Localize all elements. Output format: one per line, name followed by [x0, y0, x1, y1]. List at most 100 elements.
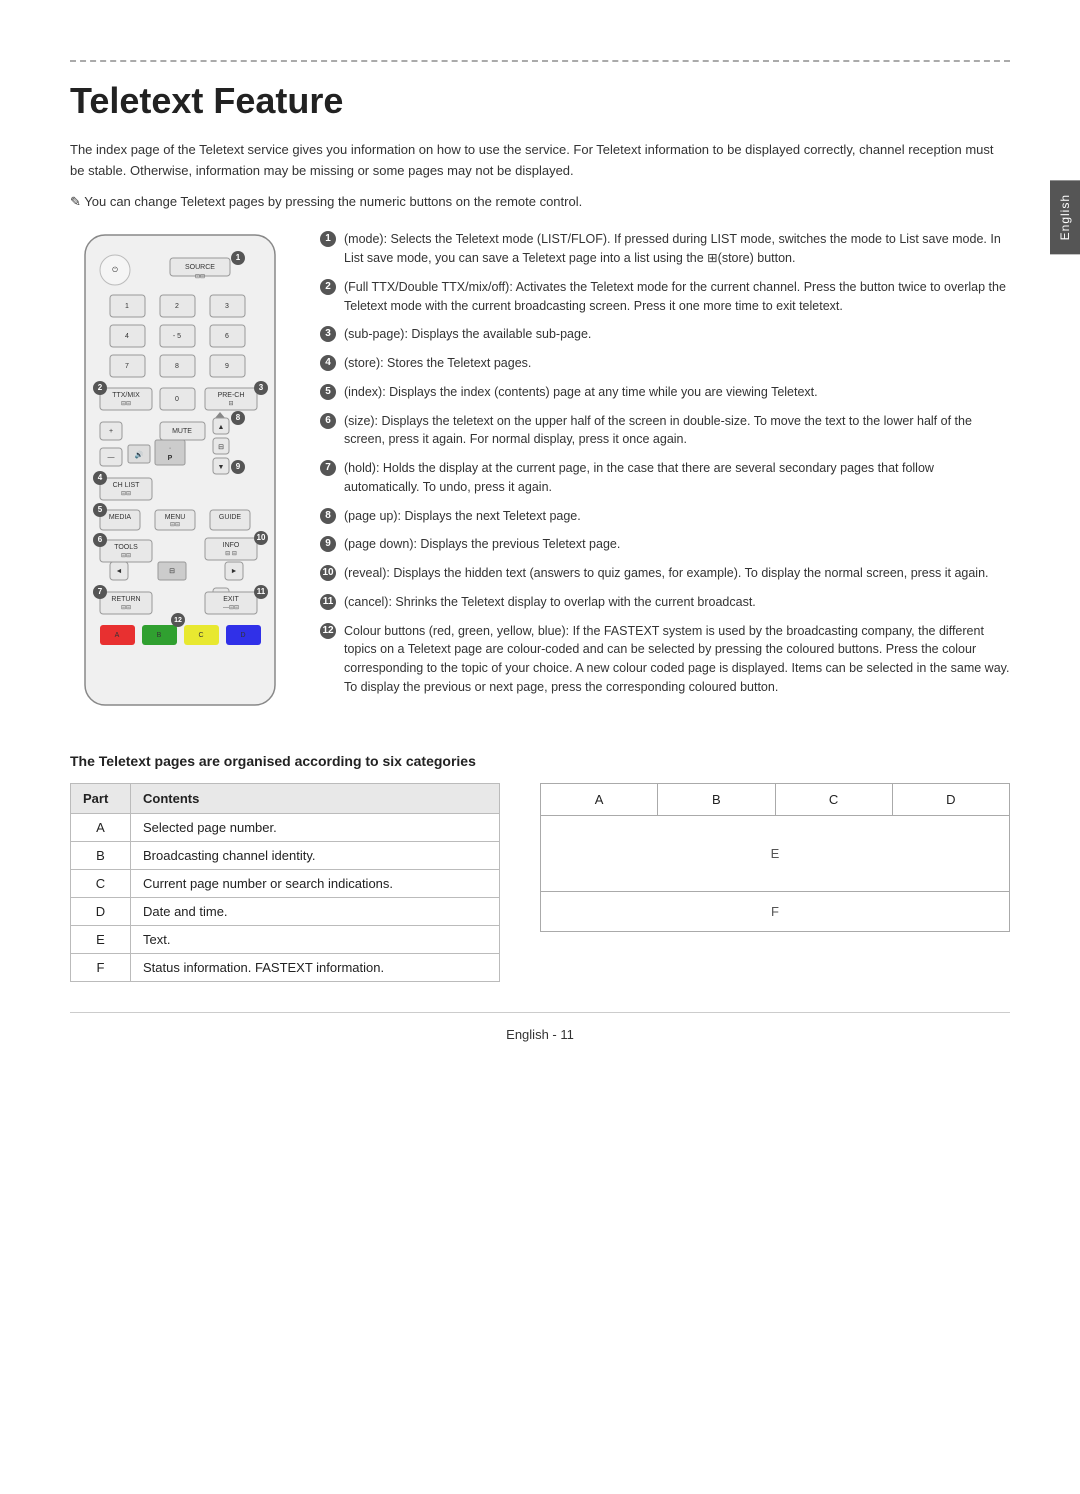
feature-text-3: (sub-page): Displays the available sub-p… — [344, 325, 1010, 344]
feature-num-8: 8 — [320, 508, 336, 524]
table-row-3: CCurrent page number or search indicatio… — [71, 870, 500, 898]
page-container: English Teletext Feature The index page … — [0, 0, 1080, 1082]
feature-num-5: 5 — [320, 384, 336, 400]
svg-text:—⊟⊟: —⊟⊟ — [223, 605, 239, 611]
svg-text:⊟ ⊟: ⊟ ⊟ — [225, 551, 237, 557]
svg-text:TTX/MIX: TTX/MIX — [112, 392, 140, 399]
feature-num-7: 7 — [320, 460, 336, 476]
feature-num-4: 4 — [320, 355, 336, 371]
svg-text:2: 2 — [175, 303, 179, 310]
remote-diagram: ⏻ SOURCE ⊡⊟ 1 1 2 3 4 - 5 — [70, 230, 290, 713]
feature-num-3: 3 — [320, 326, 336, 342]
feature-num-11: 11 — [320, 594, 336, 610]
svg-text:⊟: ⊟ — [218, 444, 224, 451]
screen-a: A — [541, 784, 658, 816]
screen-c: C — [775, 784, 892, 816]
svg-text:12: 12 — [174, 617, 182, 624]
footer: English - 11 — [70, 1012, 1010, 1042]
svg-text:PRE-CH: PRE-CH — [218, 392, 245, 399]
svg-text:⊟: ⊟ — [228, 401, 233, 407]
feature-item-8: 8(page up): Displays the next Teletext p… — [320, 507, 1010, 526]
svg-text:·: · — [169, 445, 171, 452]
svg-text:⊟⊟: ⊟⊟ — [170, 522, 180, 528]
screen-d: D — [892, 784, 1009, 816]
svg-text:A: A — [115, 632, 120, 639]
cell-contents-5: Text. — [131, 926, 500, 954]
svg-text:8: 8 — [236, 414, 241, 423]
feature-item-9: 9(page down): Displays the previous Tele… — [320, 535, 1010, 554]
feature-num-10: 10 — [320, 565, 336, 581]
svg-text:GUIDE: GUIDE — [219, 514, 242, 521]
svg-text:CH LIST: CH LIST — [113, 482, 141, 489]
svg-text:▲: ▲ — [218, 424, 225, 431]
screen-e: E — [541, 816, 1010, 892]
svg-text:⊟⊟: ⊟⊟ — [121, 401, 131, 407]
svg-text:SOURCE: SOURCE — [185, 264, 215, 271]
table-row-6: FStatus information. FASTEXT information… — [71, 954, 500, 982]
svg-text:B: B — [157, 632, 162, 639]
feature-text-9: (page down): Displays the previous Telet… — [344, 535, 1010, 554]
feature-text-11: (cancel): Shrinks the Teletext display t… — [344, 593, 1010, 612]
svg-text:+: + — [109, 428, 113, 435]
cell-contents-3: Current page number or search indication… — [131, 870, 500, 898]
screen-f: F — [541, 892, 1010, 932]
svg-text:D: D — [240, 632, 245, 639]
svg-text:—: — — [108, 454, 115, 461]
svg-text:4: 4 — [98, 474, 103, 483]
cell-part-3: C — [71, 870, 131, 898]
svg-text:3: 3 — [225, 303, 229, 310]
cell-part-1: A — [71, 814, 131, 842]
table-row-4: DDate and time. — [71, 898, 500, 926]
feature-text-10: (reveal): Displays the hidden text (answ… — [344, 564, 1010, 583]
screen-diagram: A B C D E F — [540, 783, 1010, 932]
feature-num-12: 12 — [320, 623, 336, 639]
note-text: You can change Teletext pages by pressin… — [70, 192, 1010, 213]
svg-text:5: 5 — [98, 506, 103, 515]
svg-text:MEDIA: MEDIA — [109, 514, 132, 521]
screen-diagram-container: A B C D E F — [540, 783, 1010, 932]
table-section: The Teletext pages are organised accordi… — [70, 753, 1010, 982]
feature-item-2: 2 (Full TTX/Double TTX/mix/off): Activate… — [320, 278, 1010, 316]
svg-text:P: P — [168, 455, 173, 462]
cell-part-4: D — [71, 898, 131, 926]
svg-text:⊟⊟: ⊟⊟ — [121, 491, 131, 497]
feature-item-4: 4 (store): Stores the Teletext pages. — [320, 354, 1010, 373]
table-row-1: ASelected page number. — [71, 814, 500, 842]
svg-text:6: 6 — [225, 333, 229, 340]
svg-text:C: C — [198, 632, 203, 639]
features-list: 1(mode): Selects the Teletext mode (LIST… — [320, 230, 1010, 713]
feature-text-2: (Full TTX/Double TTX/mix/off): Activates… — [344, 278, 1010, 316]
cell-part-6: F — [71, 954, 131, 982]
svg-text:TOOLS: TOOLS — [114, 544, 138, 551]
svg-text:9: 9 — [225, 363, 229, 370]
remote-svg: ⏻ SOURCE ⊡⊟ 1 1 2 3 4 - 5 — [70, 230, 290, 710]
dashed-separator — [70, 60, 1010, 62]
svg-text:►: ► — [231, 568, 238, 575]
feature-num-2: 2 — [320, 279, 336, 295]
side-tab: English — [1050, 180, 1080, 254]
svg-text:- 5: - 5 — [173, 333, 181, 340]
svg-text:6: 6 — [98, 536, 103, 545]
svg-text:7: 7 — [98, 588, 103, 597]
feature-text-4: (store): Stores the Teletext pages. — [344, 354, 1010, 373]
table-row-5: EText. — [71, 926, 500, 954]
cell-part-2: B — [71, 842, 131, 870]
cell-part-5: E — [71, 926, 131, 954]
svg-text:11: 11 — [257, 588, 266, 597]
table-title: The Teletext pages are organised accordi… — [70, 753, 1010, 769]
cell-contents-4: Date and time. — [131, 898, 500, 926]
svg-text:RETURN: RETURN — [111, 596, 140, 603]
svg-text:7: 7 — [125, 363, 129, 370]
svg-text:⊟⊟: ⊟⊟ — [121, 605, 131, 611]
cell-contents-1: Selected page number. — [131, 814, 500, 842]
svg-text:MUTE: MUTE — [172, 428, 192, 435]
svg-text:0: 0 — [175, 396, 179, 403]
page-title: Teletext Feature — [70, 80, 1010, 122]
feature-text-7: (hold): Holds the display at the current… — [344, 459, 1010, 497]
table-row-2: BBroadcasting channel identity. — [71, 842, 500, 870]
feature-text-5: (index): Displays the index (contents) p… — [344, 383, 1010, 402]
feature-item-1: 1(mode): Selects the Teletext mode (LIST… — [320, 230, 1010, 268]
feature-item-10: 10 (reveal): Displays the hidden text (an… — [320, 564, 1010, 583]
feature-item-12: 12Colour buttons (red, green, yellow, bl… — [320, 622, 1010, 697]
col-header-part: Part — [71, 784, 131, 814]
